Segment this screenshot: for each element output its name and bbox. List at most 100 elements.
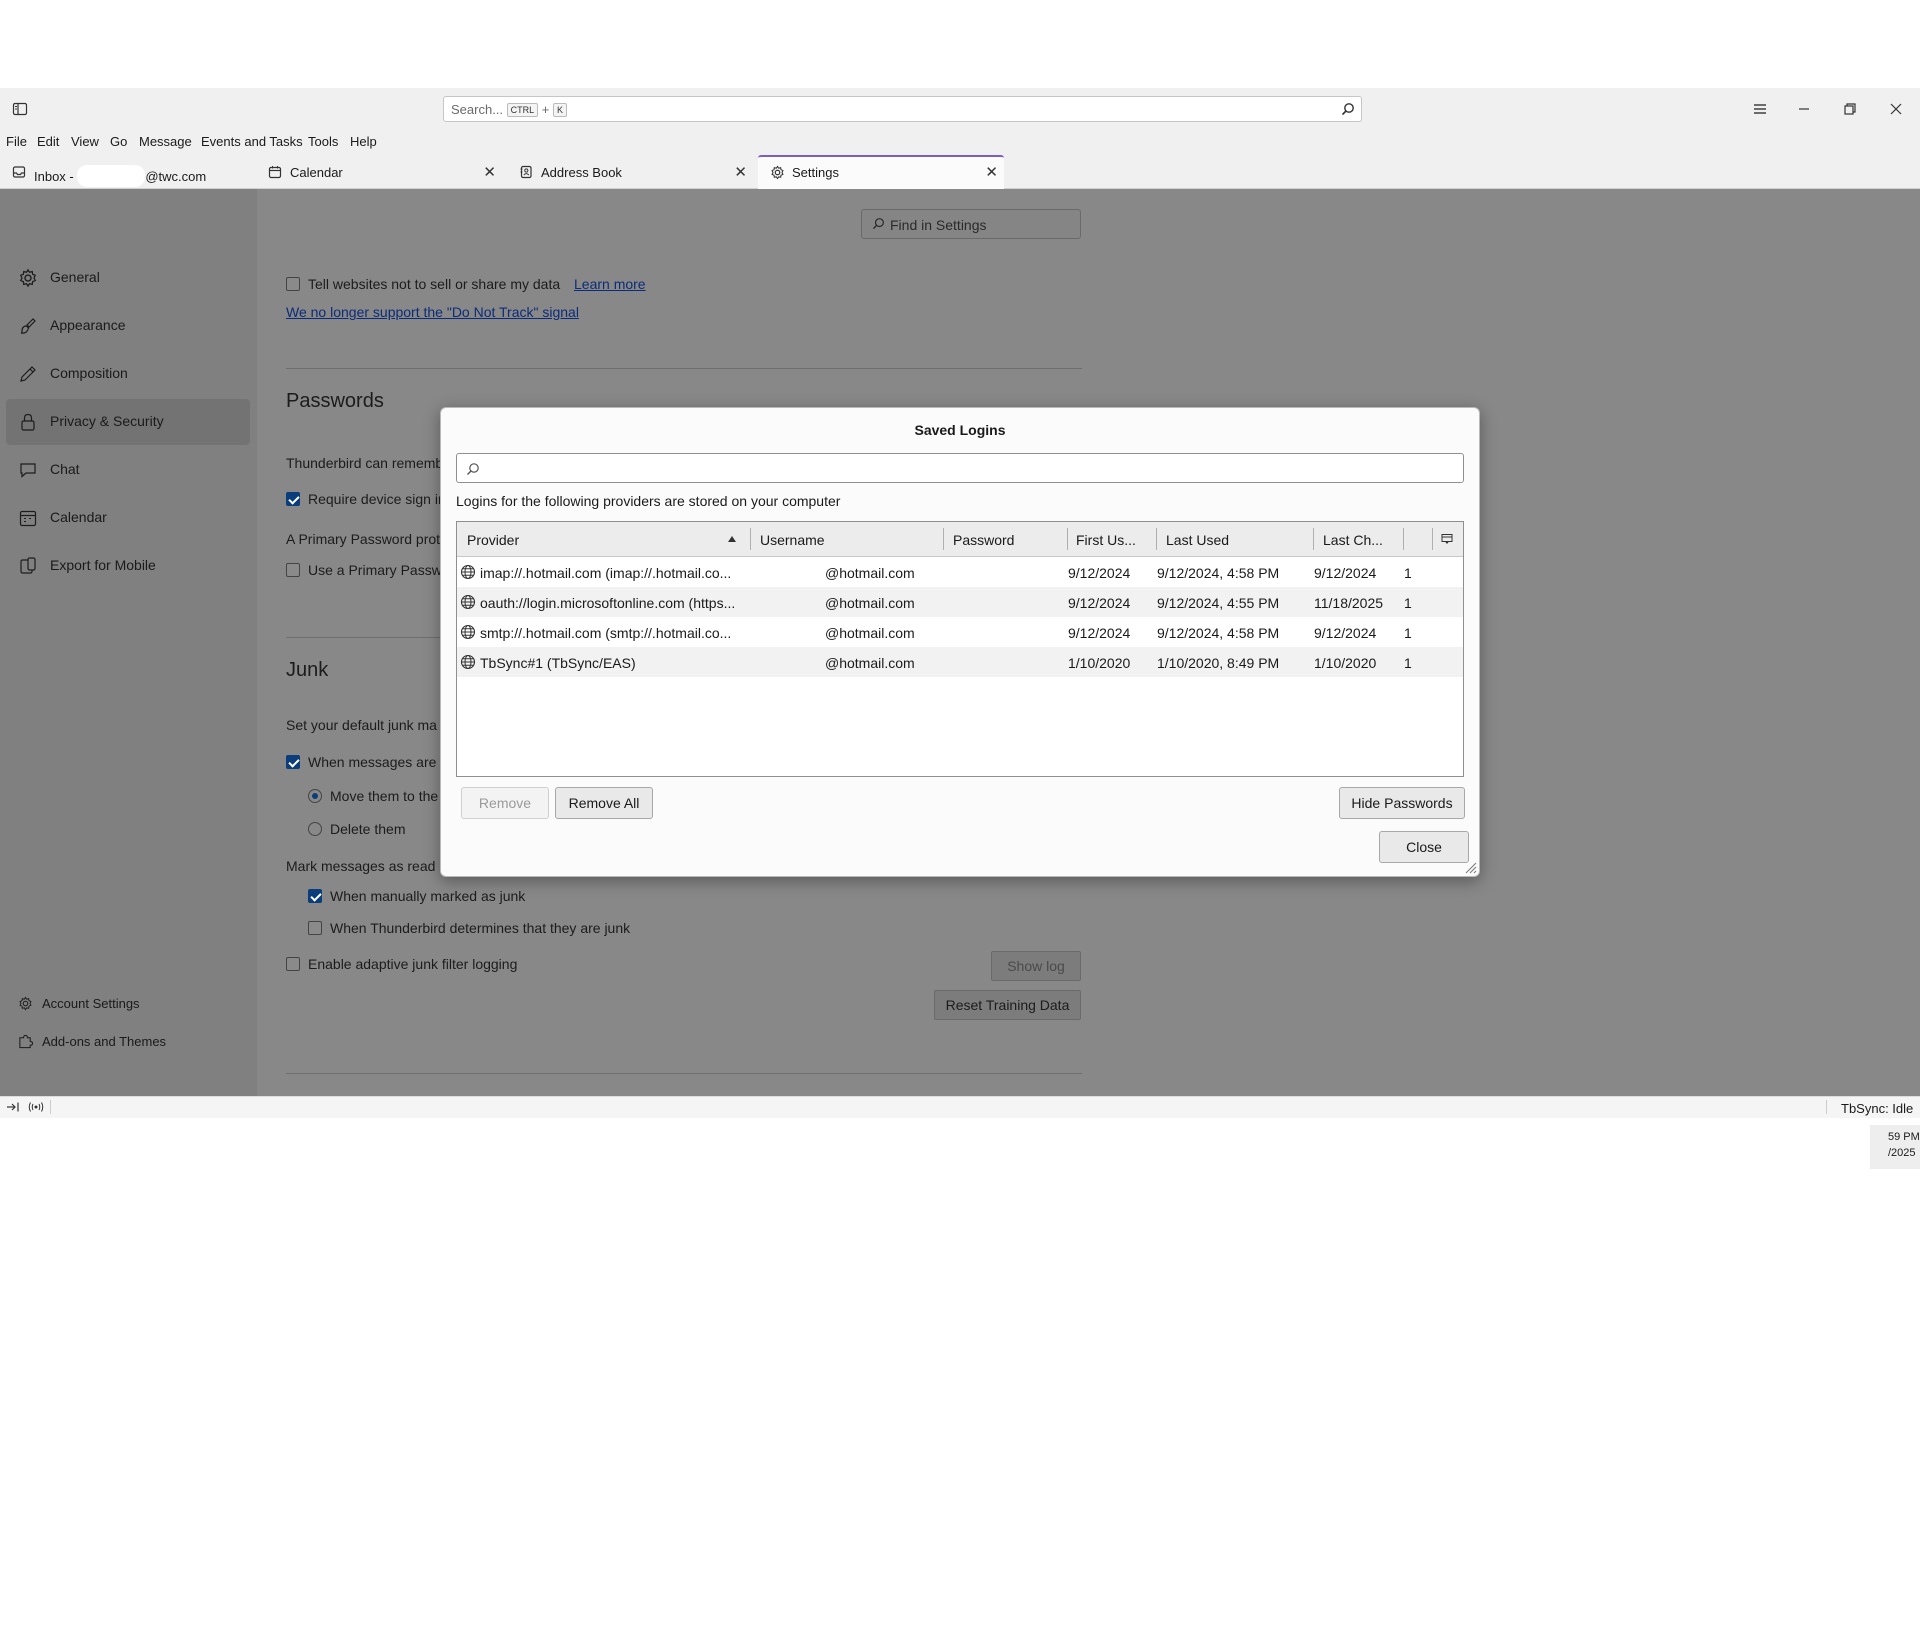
delete-them-radio[interactable] bbox=[308, 822, 322, 836]
column-header-username[interactable]: Username bbox=[760, 532, 825, 548]
row-username: @hotmail.com bbox=[825, 565, 915, 581]
search-icon[interactable] bbox=[1341, 102, 1355, 116]
menu-tools[interactable]: Tools bbox=[308, 134, 338, 149]
menu-events-and-tasks[interactable]: Events and Tasks bbox=[201, 134, 303, 149]
gear-icon bbox=[18, 268, 38, 288]
tab-inbox[interactable]: Inbox - @twc.com bbox=[0, 157, 252, 187]
restore-icon[interactable] bbox=[1843, 102, 1857, 116]
delete-them-label: Delete them bbox=[330, 821, 406, 837]
column-header-provider[interactable]: Provider bbox=[467, 532, 519, 548]
system-tray-clock[interactable]: 59 PM /2025 bbox=[1870, 1125, 1920, 1169]
tab-address-book-label: Address Book bbox=[541, 165, 622, 180]
nav-item-export-for-mobile[interactable]: Export for Mobile bbox=[6, 543, 250, 589]
hamburger-menu-icon[interactable] bbox=[1752, 102, 1768, 116]
column-separator[interactable] bbox=[1067, 528, 1068, 550]
table-row[interactable]: smtp://.hotmail.com (smtp://.hotmail.co.… bbox=[457, 617, 1463, 647]
column-header-last-used[interactable]: Last Used bbox=[1166, 532, 1229, 548]
close-dialog-button[interactable]: Close bbox=[1379, 831, 1469, 863]
brush-icon bbox=[18, 316, 38, 336]
calendar-icon bbox=[268, 165, 282, 179]
global-search-input[interactable]: Search... CTRL + K bbox=[443, 96, 1362, 122]
online-status-icon[interactable] bbox=[27, 1101, 45, 1113]
menu-go[interactable]: Go bbox=[110, 134, 127, 149]
move-them-radio[interactable] bbox=[308, 789, 322, 803]
menu-message[interactable]: Message bbox=[139, 134, 192, 149]
menu-edit[interactable]: Edit bbox=[37, 134, 59, 149]
row-last-used: 9/12/2024, 4:58 PM bbox=[1157, 625, 1280, 641]
resize-grip-icon[interactable] bbox=[1463, 860, 1477, 874]
manually-marked-label: When manually marked as junk bbox=[330, 888, 526, 904]
column-separator[interactable] bbox=[750, 528, 751, 550]
manually-marked-checkbox[interactable] bbox=[308, 889, 322, 903]
sidebar-toggle-icon[interactable] bbox=[12, 101, 28, 117]
menu-help[interactable]: Help bbox=[350, 134, 377, 149]
nav-item-composition[interactable]: Composition bbox=[6, 351, 250, 397]
learn-more-link[interactable]: Learn more bbox=[574, 276, 646, 292]
remove-all-button[interactable]: Remove All bbox=[555, 787, 653, 819]
show-log-button[interactable]: Show log bbox=[991, 951, 1081, 981]
row-times-used: 1 bbox=[1404, 655, 1412, 671]
column-header-first-used[interactable]: First Us... bbox=[1076, 532, 1136, 548]
close-window-icon[interactable] bbox=[1889, 102, 1903, 116]
tab-settings[interactable]: Settings ✕ bbox=[758, 155, 1004, 190]
row-last-changed: 11/18/2025 bbox=[1314, 595, 1384, 611]
globe-icon bbox=[460, 564, 476, 580]
column-separator[interactable] bbox=[1403, 528, 1404, 550]
hide-passwords-button[interactable]: Hide Passwords bbox=[1339, 787, 1465, 819]
nav-item-privacy-security-label: Privacy & Security bbox=[50, 413, 164, 429]
address-book-icon bbox=[519, 165, 533, 179]
dnt-checkbox[interactable] bbox=[286, 277, 300, 291]
close-tab-address-book-icon[interactable]: ✕ bbox=[734, 163, 747, 181]
junk-when-messages-label: When messages are m bbox=[308, 754, 452, 770]
row-provider: imap://.hotmail.com (imap://.hotmail.co.… bbox=[480, 565, 732, 581]
reset-training-data-button[interactable]: Reset Training Data bbox=[934, 990, 1081, 1020]
primary-password-description: A Primary Password prot bbox=[286, 531, 441, 547]
row-first-used: 9/12/2024 bbox=[1068, 595, 1131, 611]
find-search-icon bbox=[872, 217, 885, 230]
menu-view[interactable]: View bbox=[71, 134, 99, 149]
logins-filter-input[interactable] bbox=[456, 453, 1464, 483]
nav-item-calendar[interactable]: Calendar bbox=[6, 495, 250, 541]
table-row[interactable]: imap://.hotmail.com (imap://.hotmail.co.… bbox=[457, 557, 1463, 587]
nav-item-privacy-security[interactable]: Privacy & Security bbox=[6, 399, 250, 445]
minimize-icon[interactable] bbox=[1797, 102, 1811, 116]
dnt-info-link[interactable]: We no longer support the "Do Not Track" … bbox=[286, 304, 579, 320]
tbsync-status[interactable]: TbSync: Idle bbox=[1841, 1101, 1913, 1116]
puzzle-icon bbox=[18, 1034, 33, 1049]
junk-logging-checkbox[interactable] bbox=[286, 957, 300, 971]
nav-item-chat[interactable]: Chat bbox=[6, 447, 250, 493]
pencil-icon bbox=[18, 364, 38, 384]
column-header-password[interactable]: Password bbox=[953, 532, 1014, 548]
column-separator[interactable] bbox=[943, 528, 944, 550]
column-separator[interactable] bbox=[1432, 528, 1433, 550]
menu-file[interactable]: File bbox=[6, 134, 27, 149]
toggle-pane-icon[interactable] bbox=[6, 1101, 20, 1113]
dnt-label: Tell websites not to sell or share my da… bbox=[308, 276, 561, 292]
row-times-used: 1 bbox=[1404, 595, 1412, 611]
settings-sidebar: General Appearance Composition Privacy &… bbox=[0, 189, 257, 1096]
addons-themes-link[interactable]: Add-ons and Themes bbox=[18, 1034, 166, 1049]
junk-move-checkbox[interactable] bbox=[286, 755, 300, 769]
use-primary-password-checkbox[interactable] bbox=[286, 563, 300, 577]
tab-address-book[interactable]: Address Book ✕ bbox=[507, 157, 753, 187]
tab-calendar[interactable]: Calendar ✕ bbox=[256, 157, 502, 187]
thunderbird-determines-checkbox[interactable] bbox=[308, 921, 322, 935]
nav-item-general[interactable]: General bbox=[6, 255, 250, 301]
find-in-settings-input[interactable]: Find in Settings bbox=[861, 209, 1081, 239]
account-settings-link[interactable]: Account Settings bbox=[18, 996, 140, 1011]
nav-item-general-label: General bbox=[50, 269, 100, 285]
remove-button[interactable]: Remove bbox=[461, 787, 549, 819]
require-device-sign-in-checkbox[interactable] bbox=[286, 492, 300, 506]
column-header-last-changed[interactable]: Last Ch... bbox=[1323, 532, 1383, 548]
close-tab-settings-icon[interactable]: ✕ bbox=[985, 163, 998, 181]
column-separator[interactable] bbox=[1313, 528, 1314, 550]
column-picker-icon[interactable] bbox=[1441, 533, 1453, 545]
redacted-email-block bbox=[77, 165, 146, 187]
close-tab-calendar-icon[interactable]: ✕ bbox=[483, 163, 496, 181]
table-row[interactable]: TbSync#1 (TbSync/EAS) @hotmail.com 1/10/… bbox=[457, 647, 1463, 677]
table-row[interactable]: oauth://login.microsoftonline.com (https… bbox=[457, 587, 1463, 617]
nav-item-calendar-label: Calendar bbox=[50, 509, 107, 525]
column-separator[interactable] bbox=[1156, 528, 1157, 550]
row-times-used: 1 bbox=[1404, 625, 1412, 641]
nav-item-appearance[interactable]: Appearance bbox=[6, 303, 250, 349]
